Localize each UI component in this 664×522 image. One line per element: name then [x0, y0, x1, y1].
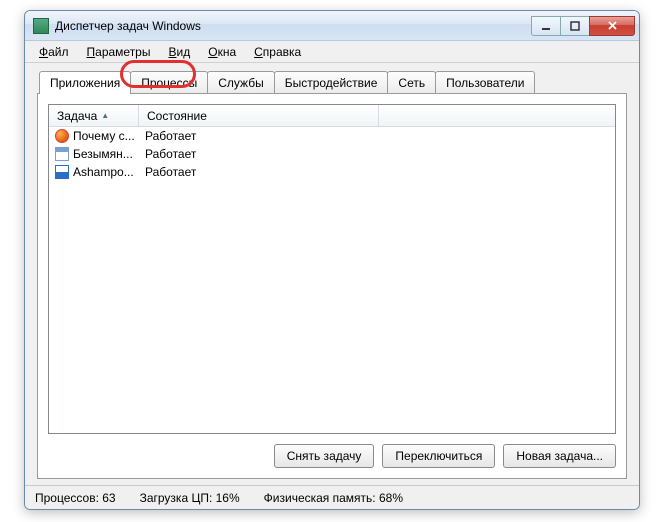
task-cell: Почему с...	[49, 128, 139, 144]
ashampoo-icon	[55, 165, 69, 179]
close-icon	[607, 20, 618, 31]
menu-file[interactable]: Файл	[31, 43, 77, 61]
close-button[interactable]	[589, 16, 635, 36]
column-spacer[interactable]	[379, 105, 615, 126]
task-row[interactable]: Безымян... Работает	[49, 145, 615, 163]
status-processes: Процессов: 63	[35, 491, 116, 505]
tab-performance[interactable]: Быстродействие	[274, 71, 389, 93]
task-row[interactable]: Ashampo... Работает	[49, 163, 615, 181]
button-row: Снять задачу Переключиться Новая задача.…	[48, 434, 616, 468]
maximize-button[interactable]	[560, 16, 590, 36]
tab-panel: Задача ▲ Состояние Почему с... Работает	[37, 93, 627, 479]
task-name: Почему с...	[73, 129, 135, 143]
minimize-button[interactable]	[531, 16, 561, 36]
tab-users[interactable]: Пользователи	[435, 71, 535, 93]
status-cpu: Загрузка ЦП: 16%	[140, 491, 240, 505]
task-name: Ashampo...	[73, 165, 134, 179]
tab-processes[interactable]: Процессы	[130, 71, 208, 93]
end-task-button[interactable]: Снять задачу	[274, 444, 375, 468]
task-cell: Ashampo...	[49, 164, 139, 180]
task-name: Безымян...	[73, 147, 133, 161]
task-cell: Безымян...	[49, 146, 139, 162]
task-state: Работает	[139, 146, 379, 162]
notepad-icon	[55, 147, 69, 161]
window-title: Диспетчер задач Windows	[55, 19, 532, 33]
window-controls	[532, 16, 635, 36]
menu-view[interactable]: Вид	[160, 43, 198, 61]
task-state: Работает	[139, 128, 379, 144]
tab-services[interactable]: Службы	[207, 71, 274, 93]
tab-network[interactable]: Сеть	[387, 71, 436, 93]
applications-listview[interactable]: Задача ▲ Состояние Почему с... Работает	[48, 104, 616, 434]
titlebar[interactable]: Диспетчер задач Windows	[25, 11, 639, 41]
menubar: Файл Параметры Вид Окна Справка	[25, 41, 639, 63]
menu-help[interactable]: Справка	[246, 43, 309, 61]
status-memory: Физическая память: 68%	[264, 491, 403, 505]
firefox-icon	[55, 129, 69, 143]
column-task-label: Задача	[57, 109, 97, 123]
listview-header: Задача ▲ Состояние	[49, 105, 615, 127]
task-row[interactable]: Почему с... Работает	[49, 127, 615, 145]
menu-options[interactable]: Параметры	[79, 43, 159, 61]
task-manager-window: Диспетчер задач Windows Файл Параметры В…	[24, 10, 640, 510]
app-icon	[33, 18, 49, 34]
content-area: Приложения Процессы Службы Быстродействи…	[25, 63, 639, 485]
tab-strip: Приложения Процессы Службы Быстродействи…	[39, 71, 627, 93]
maximize-icon	[570, 21, 580, 31]
tab-applications[interactable]: Приложения	[39, 71, 131, 94]
column-task[interactable]: Задача ▲	[49, 105, 139, 126]
menu-windows[interactable]: Окна	[200, 43, 244, 61]
switch-to-button[interactable]: Переключиться	[382, 444, 495, 468]
statusbar: Процессов: 63 Загрузка ЦП: 16% Физическа…	[25, 485, 639, 509]
column-state[interactable]: Состояние	[139, 105, 379, 126]
minimize-icon	[541, 21, 551, 31]
new-task-button[interactable]: Новая задача...	[503, 444, 616, 468]
sort-ascending-icon: ▲	[101, 111, 109, 120]
task-state: Работает	[139, 164, 379, 180]
